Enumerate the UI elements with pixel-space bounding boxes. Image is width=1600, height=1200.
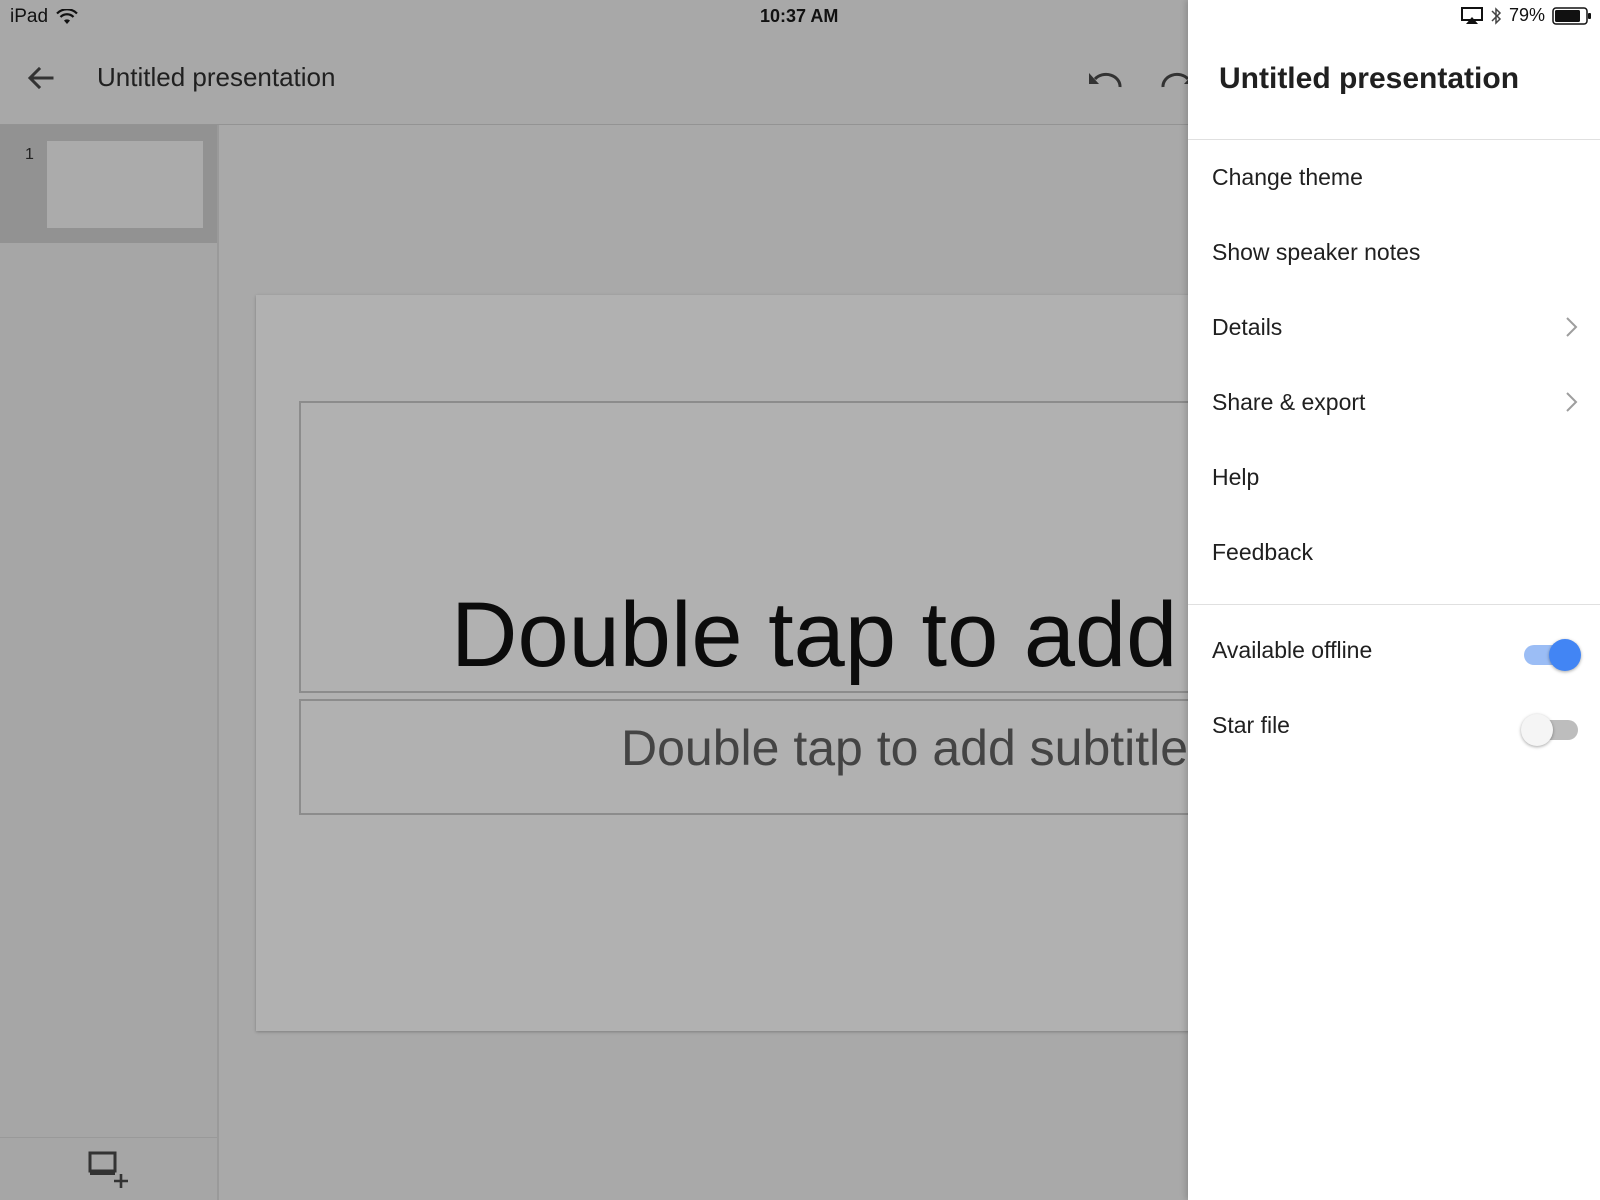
back-arrow-icon xyxy=(27,66,54,90)
title-placeholder[interactable]: Double tap to add xyxy=(299,401,1188,693)
menu-item-feedback[interactable]: Feedback xyxy=(1188,515,1600,590)
undo-button[interactable] xyxy=(1085,62,1125,98)
drawer-title: Untitled presentation xyxy=(1219,62,1520,95)
toggle-label: Available offline xyxy=(1212,637,1373,663)
wifi-icon xyxy=(56,9,78,24)
slide[interactable]: Double tap to add Double tap to add subt… xyxy=(256,295,1188,1031)
drawer-toggle-list: Available offline Star file xyxy=(1188,613,1600,763)
chevron-right-icon xyxy=(1566,317,1578,337)
toggle-knob xyxy=(1521,714,1553,746)
menu-item-help[interactable]: Help xyxy=(1188,440,1600,515)
app-bar: Untitled presentation xyxy=(0,32,1194,125)
menu-divider xyxy=(1188,604,1600,605)
menu-item-details[interactable]: Details xyxy=(1188,290,1600,365)
document-title[interactable]: Untitled presentation xyxy=(97,62,335,93)
menu-item-change-theme[interactable]: Change theme xyxy=(1188,140,1600,215)
menu-item-label: Details xyxy=(1212,314,1283,340)
status-time: 10:37 AM xyxy=(760,6,839,26)
menu-item-label: Feedback xyxy=(1212,539,1314,565)
slide-canvas: Double tap to add Double tap to add subt… xyxy=(219,125,1188,1200)
screen: iPad 10:37 AM Untitled presentation 1 Do… xyxy=(0,0,1600,1200)
slide-number: 1 xyxy=(25,146,34,163)
subtitle-placeholder[interactable]: Double tap to add subtitle xyxy=(299,699,1188,815)
menu-item-label: Change theme xyxy=(1212,164,1363,190)
drawer-status: 79% xyxy=(1460,5,1592,26)
add-slide-icon xyxy=(88,1151,128,1188)
menu-item-share-export[interactable]: Share & export xyxy=(1188,365,1600,440)
menu-item-show-speaker-notes[interactable]: Show speaker notes xyxy=(1188,215,1600,290)
filmstrip-footer xyxy=(0,1137,217,1200)
chevron-right-icon xyxy=(1566,392,1578,412)
menu-item-label: Share & export xyxy=(1212,389,1366,415)
bluetooth-icon xyxy=(1491,6,1502,25)
undo-icon xyxy=(1089,72,1122,88)
drawer-menu-list: Change theme Show speaker notes Details … xyxy=(1188,140,1600,590)
menu-item-label: Help xyxy=(1212,464,1260,490)
slide-thumbnail[interactable] xyxy=(47,141,203,228)
toggle-row-star-file: Star file xyxy=(1188,688,1600,763)
star-file-toggle[interactable] xyxy=(1521,714,1580,746)
drawer-header: 79% Untitled presentation xyxy=(1188,0,1600,140)
battery-icon xyxy=(1552,6,1591,25)
add-slide-button[interactable] xyxy=(86,1148,130,1192)
back-button[interactable] xyxy=(22,60,58,96)
title-placeholder-text: Double tap to add xyxy=(451,584,1178,686)
status-left: iPad xyxy=(10,6,78,28)
filmstrip-slide-1[interactable]: 1 xyxy=(0,125,217,243)
toggle-knob xyxy=(1549,639,1581,671)
status-bar: iPad 10:37 AM xyxy=(0,0,1188,32)
toggle-label: Star file xyxy=(1212,712,1290,738)
available-offline-toggle[interactable] xyxy=(1522,639,1581,671)
device-name: iPad xyxy=(10,6,49,27)
battery-percent: 79% xyxy=(1508,5,1545,25)
slide-filmstrip: 1 xyxy=(0,125,219,1200)
subtitle-placeholder-text: Double tap to add subtitle xyxy=(621,720,1188,776)
document-menu-drawer: 79% Untitled presentation Change theme S… xyxy=(1188,0,1600,1200)
menu-item-label: Show speaker notes xyxy=(1212,239,1421,265)
airplay-icon xyxy=(1460,6,1483,24)
toggle-row-available-offline: Available offline xyxy=(1188,613,1600,688)
